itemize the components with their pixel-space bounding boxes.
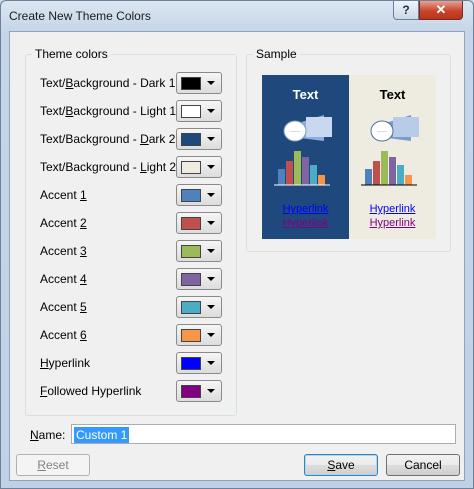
light1-label: Text/Background - Light 1 bbox=[40, 104, 177, 118]
chevron-down-icon bbox=[207, 221, 215, 225]
theme-colors-title: Theme colors bbox=[32, 47, 111, 61]
sample-light-followed-hyperlink: Hyperlink bbox=[369, 217, 416, 229]
row-dark1: Text/Background - Dark 1 bbox=[40, 72, 230, 94]
sample-dark-text: Text bbox=[292, 87, 319, 102]
light1-color-picker[interactable] bbox=[176, 100, 222, 122]
sample-group: Sample Text ····· Hyperlink Hyperlink Te… bbox=[246, 47, 451, 252]
dark1-color-picker[interactable] bbox=[176, 72, 222, 94]
chevron-down-icon bbox=[207, 249, 215, 253]
chevron-down-icon bbox=[207, 193, 215, 197]
chevron-down-icon bbox=[207, 109, 215, 113]
hyperlink-swatch bbox=[181, 357, 201, 370]
row-followed-hyperlink: Followed Hyperlink bbox=[40, 380, 230, 402]
dark2-color-picker[interactable] bbox=[176, 128, 222, 150]
accent3-swatch bbox=[181, 245, 201, 258]
row-hyperlink: Hyperlink bbox=[40, 352, 230, 374]
row-accent1: Accent 1 bbox=[40, 184, 230, 206]
chevron-down-icon bbox=[207, 81, 215, 85]
dark2-swatch bbox=[181, 133, 201, 146]
dialog-client-area: Theme colors Text/Background - Dark 1 Te… bbox=[9, 31, 465, 481]
sample-light-panel: Text ····· Hyperlink Hyperlink bbox=[349, 75, 436, 239]
row-accent4: Accent 4 bbox=[40, 268, 230, 290]
hyperlink-color-picker[interactable] bbox=[176, 352, 222, 374]
chevron-down-icon bbox=[207, 333, 215, 337]
followed-hyperlink-color-picker[interactable] bbox=[176, 380, 222, 402]
chevron-down-icon bbox=[207, 361, 215, 365]
accent6-color-picker[interactable] bbox=[176, 324, 222, 346]
svg-text:·····: ····· bbox=[290, 129, 300, 135]
chevron-down-icon bbox=[207, 137, 215, 141]
save-button[interactable]: Save bbox=[304, 454, 378, 476]
light2-label: Text/Background - Light 2 bbox=[40, 160, 177, 174]
sample-light-text: Text bbox=[379, 87, 406, 102]
sample-title: Sample bbox=[253, 47, 300, 61]
accent1-label: Accent 1 bbox=[40, 188, 87, 202]
sample-dark-hyperlink: Hyperlink bbox=[282, 203, 329, 215]
sample-light-art: ····· bbox=[361, 115, 419, 186]
sample-dark-panel: Text ····· Hyperlink Hyperlink bbox=[262, 75, 349, 239]
sample-dark-followed-hyperlink: Hyperlink bbox=[282, 217, 329, 229]
chevron-down-icon bbox=[207, 305, 215, 309]
accent5-swatch bbox=[181, 301, 201, 314]
name-label: Name: bbox=[30, 428, 66, 442]
followed-hyperlink-swatch bbox=[181, 385, 201, 398]
accent2-swatch bbox=[181, 217, 201, 230]
hyperlink-label: Hyperlink bbox=[40, 356, 91, 370]
close-button[interactable]: ✕ bbox=[419, 1, 463, 20]
accent4-color-picker[interactable] bbox=[176, 268, 222, 290]
name-input[interactable]: Custom 1 bbox=[71, 424, 456, 444]
accent2-label: Accent 2 bbox=[40, 216, 87, 230]
title-bar[interactable]: Create New Theme Colors ? ✕ bbox=[1, 1, 473, 31]
cancel-button[interactable]: Cancel bbox=[386, 454, 460, 476]
theme-colors-group: Theme colors Text/Background - Dark 1 Te… bbox=[25, 47, 237, 416]
row-light2: Text/Background - Light 2 bbox=[40, 156, 230, 178]
accent6-swatch bbox=[181, 329, 201, 342]
accent1-color-picker[interactable] bbox=[176, 184, 222, 206]
dark1-label: Text/Background - Dark 1 bbox=[40, 76, 176, 90]
dark1-swatch bbox=[181, 77, 201, 90]
accent3-color-picker[interactable] bbox=[176, 240, 222, 262]
sample-dark-art: ····· bbox=[274, 115, 332, 186]
accent1-swatch bbox=[181, 189, 201, 202]
row-dark2: Text/Background - Dark 2 bbox=[40, 128, 230, 150]
accent2-color-picker[interactable] bbox=[176, 212, 222, 234]
chevron-down-icon bbox=[207, 389, 215, 393]
row-accent2: Accent 2 bbox=[40, 212, 230, 234]
name-value: Custom 1 bbox=[74, 427, 130, 443]
light2-color-picker[interactable] bbox=[176, 156, 222, 178]
dialog-window: Create New Theme Colors ? ✕ Theme colors… bbox=[0, 0, 474, 489]
accent4-label: Accent 4 bbox=[40, 272, 87, 286]
accent5-label: Accent 5 bbox=[40, 300, 87, 314]
accent6-label: Accent 6 bbox=[40, 328, 87, 342]
accent3-label: Accent 3 bbox=[40, 244, 87, 258]
light1-swatch bbox=[181, 105, 201, 118]
row-accent6: Accent 6 bbox=[40, 324, 230, 346]
row-light1: Text/Background - Light 1 bbox=[40, 100, 230, 122]
help-button[interactable]: ? bbox=[393, 1, 419, 20]
accent4-swatch bbox=[181, 273, 201, 286]
row-accent5: Accent 5 bbox=[40, 296, 230, 318]
accent5-color-picker[interactable] bbox=[176, 296, 222, 318]
chevron-down-icon bbox=[207, 165, 215, 169]
dark2-label: Text/Background - Dark 2 bbox=[40, 132, 176, 146]
row-accent3: Accent 3 bbox=[40, 240, 230, 262]
svg-text:·····: ····· bbox=[377, 129, 387, 135]
chevron-down-icon bbox=[207, 277, 215, 281]
window-title: Create New Theme Colors bbox=[9, 9, 151, 23]
followed-hyperlink-label: Followed Hyperlink bbox=[40, 384, 142, 398]
light2-swatch bbox=[181, 161, 201, 174]
sample-light-hyperlink: Hyperlink bbox=[369, 203, 416, 215]
reset-button[interactable]: Reset bbox=[16, 454, 90, 476]
